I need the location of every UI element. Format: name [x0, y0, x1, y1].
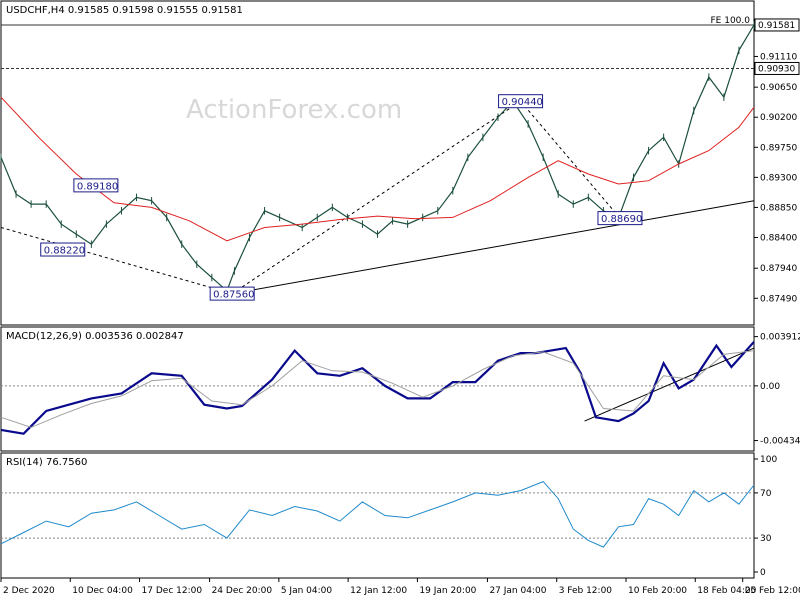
- annotation-label: 0.89180: [77, 181, 118, 192]
- y-tick-label: 0.003912: [760, 333, 800, 343]
- y-tick-label: 0.89300: [760, 173, 797, 183]
- y-tick-label: 0.91110: [760, 52, 797, 62]
- x-tick-label: 3 Feb 12:00: [559, 586, 613, 596]
- y-tick-label: 0.88400: [760, 233, 797, 243]
- annotation-label: 0.88220: [44, 246, 85, 257]
- watermark: ActionForex.com: [186, 95, 402, 125]
- x-tick-label: 24 Dec 20:00: [212, 586, 273, 596]
- usdchf-chart: USDCHF,H4 0.91585 0.91598 0.91555 0.9158…: [0, 0, 800, 596]
- y-tick-label: 0.00: [760, 382, 780, 392]
- x-axis: 2 Dec 2020 10 Dec 04:00 17 Dec 12:00 24 Dec…: [0, 578, 800, 596]
- fe-label: FE 100.0: [711, 16, 751, 26]
- y-tick-label: 0.90200: [760, 113, 797, 123]
- x-tick-label: 5 Jan 04:00: [281, 586, 333, 596]
- x-tick-label: 27 Jan 04:00: [489, 586, 546, 596]
- y-tick-label: 0.90650: [760, 83, 797, 93]
- y-tick-label: 0.87940: [760, 264, 797, 274]
- x-tick-label: 2 Dec 2020: [3, 586, 55, 596]
- macd-panel: [0, 326, 755, 452]
- y-tick-label: 70: [760, 489, 772, 499]
- x-tick-label: 19 Jan 20:00: [419, 586, 476, 596]
- annotation-label: 0.90440: [502, 97, 543, 108]
- x-tick-label: 10 Dec 04:00: [72, 586, 133, 596]
- annotation-label: 0.88690: [601, 214, 642, 225]
- annotation-label: 0.87560: [213, 290, 254, 301]
- rsi-header: RSI(14) 76.7560: [6, 457, 87, 468]
- current-price-label: 0.91581: [758, 21, 795, 31]
- y-tick-label: -0.004347: [760, 437, 800, 447]
- price-header: USDCHF,H4 0.91585 0.91598 0.91555 0.9158…: [6, 5, 243, 16]
- y-tick-label: 0.89750: [760, 143, 797, 153]
- y-tick-label: 100: [760, 455, 777, 465]
- rsi-panel: [0, 452, 755, 579]
- level-price-label: 0.90930: [758, 64, 795, 74]
- y-tick-label: 0.87490: [760, 294, 797, 304]
- y-tick-label: 30: [760, 534, 772, 544]
- macd-header: MACD(12,26,9) 0.003536 0.002847: [6, 331, 184, 342]
- x-tick-label: 17 Dec 12:00: [142, 586, 203, 596]
- x-tick-label: 25 Feb 12:00: [745, 586, 800, 596]
- x-tick-label: 10 Feb 20:00: [628, 586, 687, 596]
- y-tick-label: 0.88850: [760, 203, 797, 213]
- y-tick-label: 0: [760, 568, 766, 578]
- x-tick-label: 12 Jan 12:00: [350, 586, 407, 596]
